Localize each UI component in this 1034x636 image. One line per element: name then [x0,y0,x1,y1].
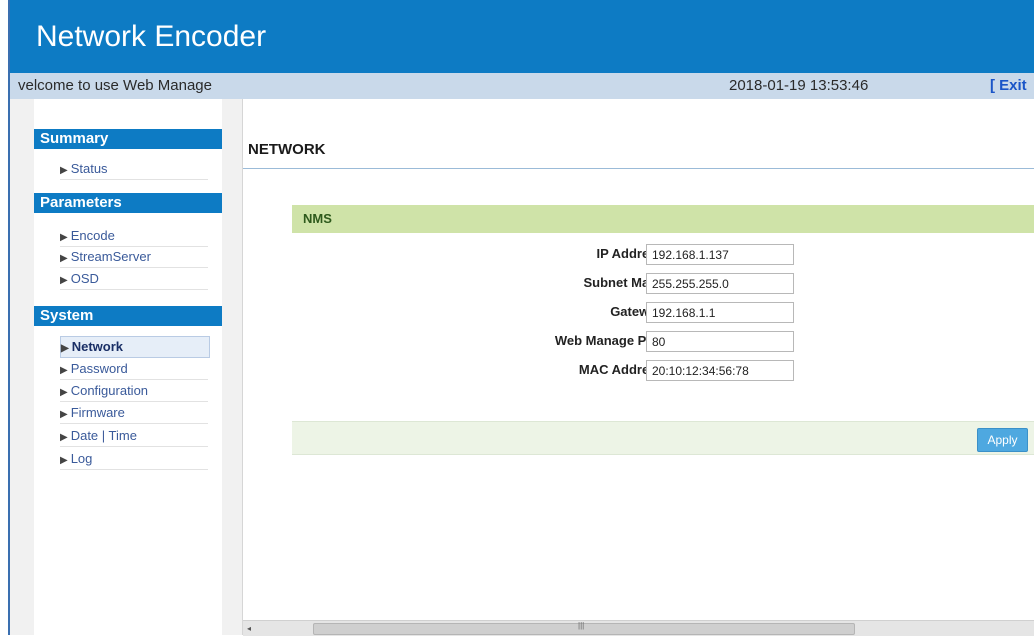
scroll-left-arrow-icon[interactable]: ◂ [247,621,251,636]
sidebar-item-label: Firmware [70,405,125,420]
sidebar-item-label: Configuration [70,383,149,398]
sidebar-item-encode[interactable]: ▶ Encode [60,226,208,247]
sidebar-item-label: Encode [70,228,115,243]
ip-address-label: IP Address: [596,246,668,261]
nms-section-label: NMS [303,211,332,226]
triangle-right-icon: ▶ [60,165,68,176]
welcome-message: velcome to use Web Managе [18,77,212,94]
triangle-right-icon: ▶ [61,343,69,354]
main-content: NETWORK NMS IP Address: Subnet Mask: Gat… [243,99,1034,635]
triangle-right-icon: ▶ [60,232,68,243]
grip-icon: ||| [578,621,585,630]
triangle-right-icon: ▶ [60,275,68,286]
triangle-right-icon: ▶ [60,365,68,376]
sidebar-section-parameters: Parameters [34,193,222,213]
sidebar-item-label: StreamServer [70,249,151,264]
sidebar-item-label: Date | Time [70,428,137,443]
sidebar-item-streamserver[interactable]: ▶ StreamServer [60,247,208,268]
sidebar-item-label: Password [70,361,128,376]
app-title: Network Encoder [36,20,267,53]
ip-address-input[interactable] [646,244,794,265]
sidebar-menu: Summary ▶ Status Parameters ▶ Encode ▶ Stre… [34,99,222,635]
triangle-right-icon: ▶ [60,432,68,443]
gateway-input[interactable] [646,302,794,323]
horizontal-scrollbar[interactable]: ◂ ||| [243,620,1034,636]
gateway-label: Gateway: [610,304,668,319]
scrollbar-thumb[interactable]: ||| [313,621,855,635]
current-datetime: 2018-01-19 13:53:46 [729,77,869,94]
sidebar-item-label: OSD [70,271,99,286]
sidebar: Summary ▶ Status Parameters ▶ Encode ▶ Stre… [10,99,243,635]
subnet-mask-label: Subnet Mask: [583,275,668,290]
sidebar-item-firmware[interactable]: ▶ Firmware [60,403,208,424]
app-header: Network Encoder [10,0,1034,73]
sidebar-item-configuration[interactable]: ▶ Configuration [60,381,208,402]
title-divider [243,168,1034,169]
sidebar-item-osd[interactable]: ▶ OSD [60,269,208,290]
subnet-mask-input[interactable] [646,273,794,294]
sidebar-section-system: System [34,306,222,326]
mac-address-input[interactable] [646,360,794,381]
page-title: NETWORK [248,141,326,158]
apply-button[interactable]: Apply [977,428,1028,452]
triangle-right-icon: ▶ [60,253,68,264]
info-bar: velcome to use Web Managе 2018-01-19 13:… [10,73,1034,120]
sidebar-item-date-time[interactable]: ▶ Date | Time [60,426,208,447]
sidebar-item-label: Log [70,451,93,466]
apply-bar: Apply [292,421,1034,455]
triangle-right-icon: ▶ [60,387,68,398]
sidebar-item-log[interactable]: ▶ Log [60,449,208,470]
mac-address-label: MAC Address: [578,362,668,377]
sidebar-item-password[interactable]: ▶ Password [60,359,208,380]
triangle-right-icon: ▶ [60,409,68,420]
sidebar-item-label: Status [70,161,108,176]
web-manage-port-input[interactable] [646,331,794,352]
triangle-right-icon: ▶ [60,455,68,466]
sidebar-item-network[interactable]: ▶ Network [60,336,210,358]
sidebar-section-summary: Summary [34,129,222,149]
nms-section-header: NMS [292,205,1034,233]
web-manage-port-label: Web Manage Port: [554,333,668,348]
sidebar-item-status[interactable]: ▶ Status [60,159,208,180]
sidebar-item-label: Network [71,339,123,354]
